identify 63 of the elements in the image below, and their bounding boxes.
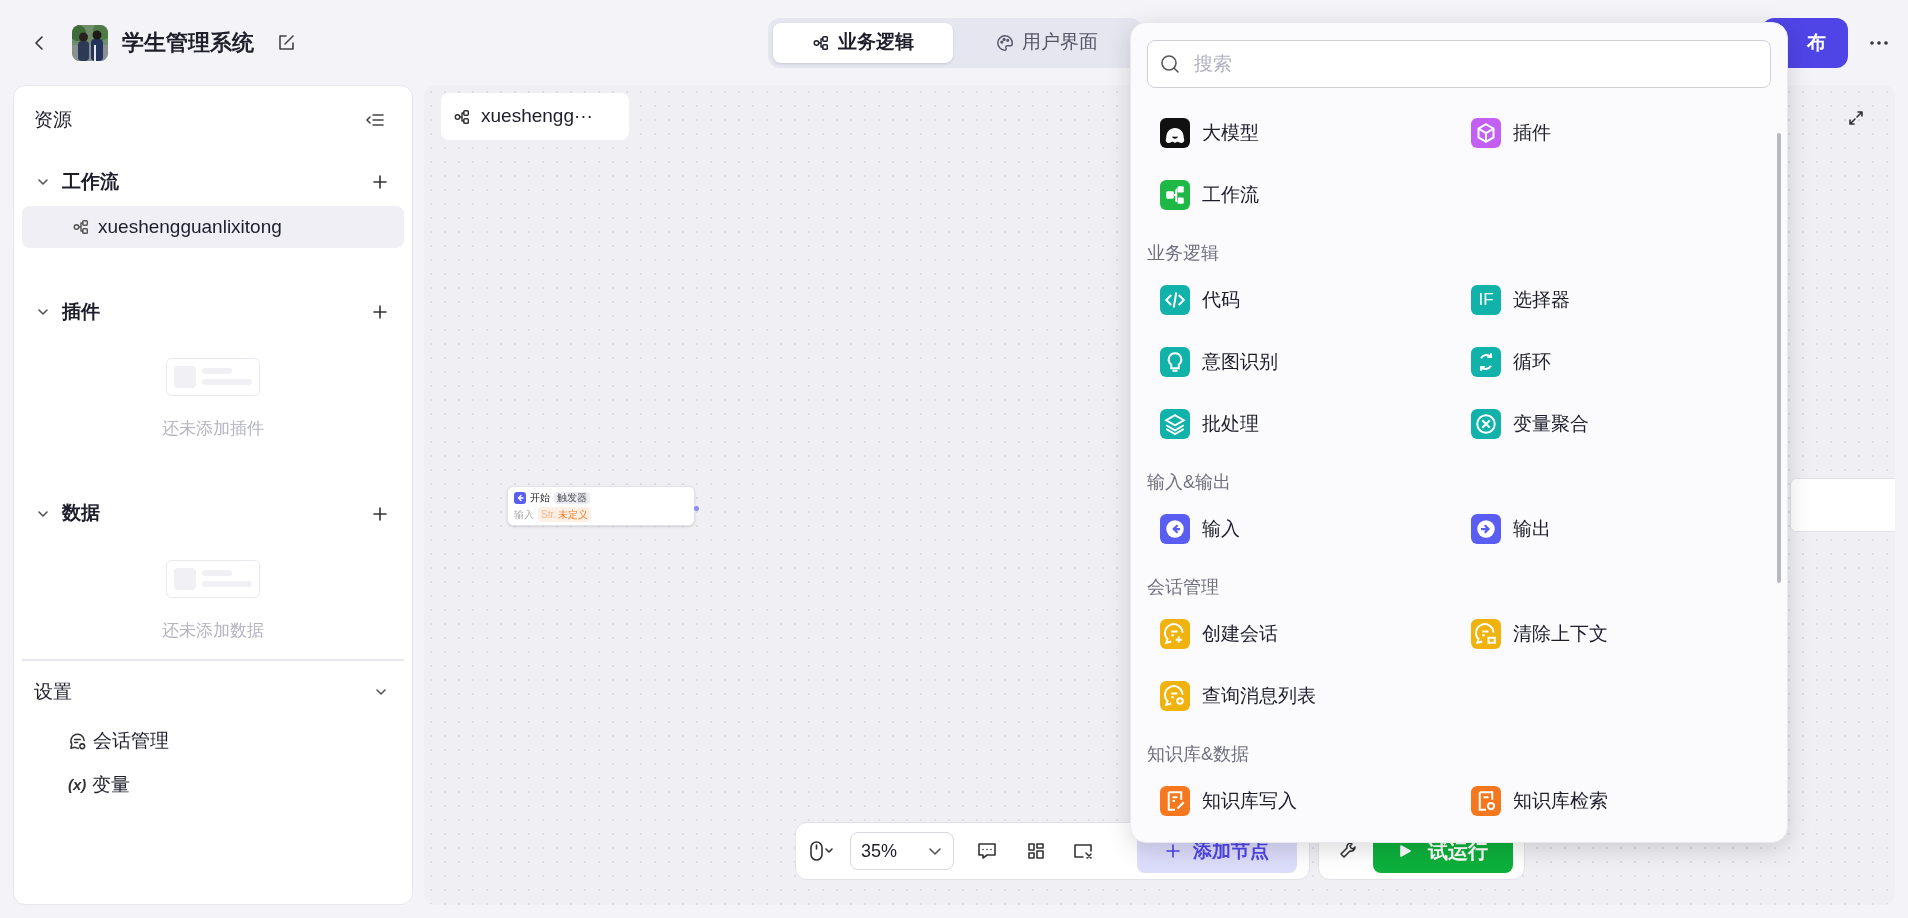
nodes-icon xyxy=(812,33,830,52)
collapse-icon[interactable] xyxy=(366,111,384,129)
section-title: 工作流 xyxy=(62,169,119,194)
group-heading: 知识库&数据 xyxy=(1147,743,1250,766)
expand-icon[interactable] xyxy=(1847,109,1865,127)
nodes-icon xyxy=(453,107,471,126)
palette-icon xyxy=(996,33,1014,52)
menu-item[interactable]: 批处理 xyxy=(1153,398,1454,450)
menu-item[interactable]: 知识库写入 xyxy=(1153,775,1454,827)
menu-item[interactable]: 意图识别 xyxy=(1153,336,1454,388)
variable-icon: (x) xyxy=(68,773,87,797)
search-icon xyxy=(1159,53,1181,75)
app-title: 学生管理系统 xyxy=(122,29,254,57)
menu-item[interactable]: 工作流 xyxy=(1153,169,1454,221)
scrollbar[interactable] xyxy=(1777,133,1781,583)
settings-item[interactable]: (x) 变量 xyxy=(14,763,412,807)
panel-title: 资源 xyxy=(34,107,72,132)
add-icon[interactable] xyxy=(372,505,388,522)
tag-value: 未定义 xyxy=(558,508,588,522)
section-title: 设置 xyxy=(34,679,72,704)
menu-item[interactable]: 清除上下文 xyxy=(1464,608,1765,660)
settings-item[interactable]: 会话管理 xyxy=(14,719,412,763)
menu-item[interactable]: 输出 xyxy=(1464,503,1765,555)
menu-item[interactable]: 循环 xyxy=(1464,336,1765,388)
menu-item[interactable]: 插件 xyxy=(1464,107,1765,159)
input-icon xyxy=(514,491,526,504)
add-icon[interactable] xyxy=(372,174,388,190)
mouse-icon[interactable] xyxy=(808,840,836,862)
tab[interactable]: 用户界面 xyxy=(957,22,1137,63)
menu-item[interactable]: 查询消息列表 xyxy=(1153,670,1454,722)
search-field[interactable]: 搜索 xyxy=(1147,40,1771,88)
chat-gear-icon xyxy=(68,731,87,751)
if-icon: IF xyxy=(1471,285,1501,315)
input-label: 输入 xyxy=(514,508,534,522)
node-badge: 触发器 xyxy=(554,491,590,504)
node-title: 开始 xyxy=(530,491,550,505)
empty-text: 还未添加插件 xyxy=(162,418,264,440)
group-heading: 会话管理 xyxy=(1147,576,1220,599)
menu-item[interactable]: 代码 xyxy=(1153,274,1454,326)
section-title: 数据 xyxy=(62,501,100,526)
menu-item[interactable]: 知识库检索 xyxy=(1464,775,1765,827)
add-icon[interactable] xyxy=(372,304,388,320)
comment-icon[interactable] xyxy=(976,840,998,862)
canvas-tab[interactable]: xueshengg··· xyxy=(441,93,629,140)
group-heading: 输入&输出 xyxy=(1147,471,1232,494)
menu-item[interactable]: 变量聚合 xyxy=(1464,398,1765,450)
menu-item[interactable]: 创建会话 xyxy=(1153,608,1454,660)
group-heading: 业务逻辑 xyxy=(1147,242,1220,265)
menu-item[interactable]: IF 选择器 xyxy=(1464,274,1765,326)
screen-icon[interactable] xyxy=(1072,841,1094,861)
menu-item[interactable]: 输入 xyxy=(1153,503,1454,555)
edit-icon[interactable] xyxy=(276,32,296,53)
section-title: 插件 xyxy=(62,299,100,324)
nodes-icon xyxy=(72,218,90,236)
zoom-select[interactable]: 35% xyxy=(850,832,954,870)
layout-icon[interactable] xyxy=(1026,841,1046,861)
start-node[interactable]: 开始 触发器 输入 Str. 未定义 xyxy=(507,486,695,526)
empty-text: 还未添加数据 xyxy=(162,619,264,642)
sidebar-item[interactable]: xueshengguanlixitong xyxy=(22,206,404,248)
tab[interactable]: 业务逻辑 xyxy=(773,22,953,63)
tag-type: Str. xyxy=(541,508,556,522)
add-icon xyxy=(1165,843,1181,859)
menu-item[interactable]: 大模型 xyxy=(1153,107,1454,159)
